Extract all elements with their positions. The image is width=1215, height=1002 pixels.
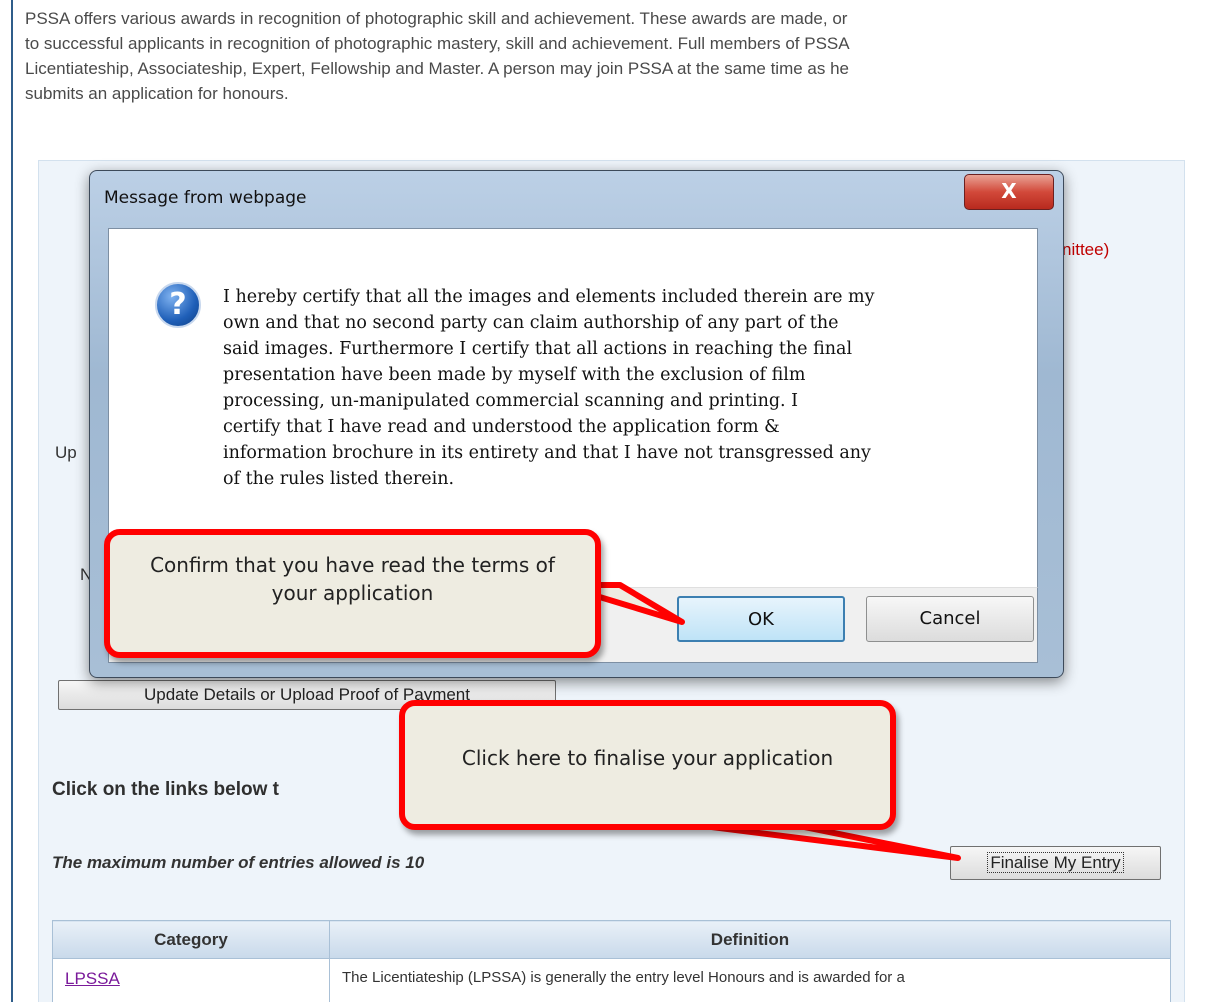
dialog-title: Message from webpage — [104, 188, 307, 208]
ok-button[interactable]: OK — [677, 596, 845, 642]
callout-confirm-text: Confirm that you have read the terms of … — [150, 553, 555, 605]
intro-line: PSSA offers various awards in recognitio… — [25, 9, 848, 28]
message-line: I hereby certify that all the images and… — [223, 287, 875, 307]
max-entries-note: The maximum number of entries allowed is… — [52, 853, 425, 872]
finalise-entry-label: Finalise My Entry — [987, 852, 1124, 873]
cancel-button[interactable]: Cancel — [866, 596, 1034, 642]
finalise-entry-button[interactable]: Finalise My Entry — [950, 846, 1161, 880]
callout-finalise-text: Click here to finalise your application — [461, 746, 834, 770]
callout-confirm-terms: Confirm that you have read the terms of … — [104, 529, 601, 658]
message-line: of the rules listed therein. — [223, 469, 455, 489]
category-table: Category Definition LPSSA The Licentiate… — [52, 920, 1171, 1002]
question-icon: ? — [155, 282, 201, 328]
column-header-definition: Definition — [329, 920, 1171, 959]
dialog-message: I hereby certify that all the images and… — [223, 284, 1013, 492]
callout-finalise: Click here to finalise your application — [399, 700, 896, 830]
message-line: information brochure in its entirety and… — [223, 443, 871, 463]
column-header-category: Category — [52, 920, 330, 959]
intro-line: submits an application for honours. — [25, 84, 289, 103]
intro-line: to successful applicants in recognition … — [25, 34, 850, 53]
upload-label-fragment: Up — [55, 443, 77, 462]
category-link-lpssa[interactable]: LPSSA — [65, 969, 120, 988]
committee-fragment: nittee) — [1062, 240, 1110, 259]
message-line: said images. Furthermore I certify that … — [223, 339, 853, 359]
message-line: certify that I have read and understood … — [223, 417, 780, 437]
table-header-row: Category Definition — [52, 920, 1171, 959]
message-line: processing, un-manipulated commercial sc… — [223, 391, 799, 411]
definition-cell: The Licentiateship (LPSSA) is generally … — [329, 958, 1171, 1002]
close-icon[interactable]: X — [964, 174, 1054, 210]
intro-line: Licentiateship, Associateship, Expert, F… — [25, 59, 849, 78]
category-cell: LPSSA — [52, 958, 330, 1002]
links-heading: Click on the links below t — [52, 779, 279, 800]
message-line: own and that no second party can claim a… — [223, 313, 839, 333]
intro-paragraph: PSSA offers various awards in recognitio… — [25, 6, 1215, 106]
message-line: presentation have been made by myself wi… — [223, 365, 806, 385]
table-row: LPSSA The Licentiateship (LPSSA) is gene… — [52, 958, 1171, 1002]
